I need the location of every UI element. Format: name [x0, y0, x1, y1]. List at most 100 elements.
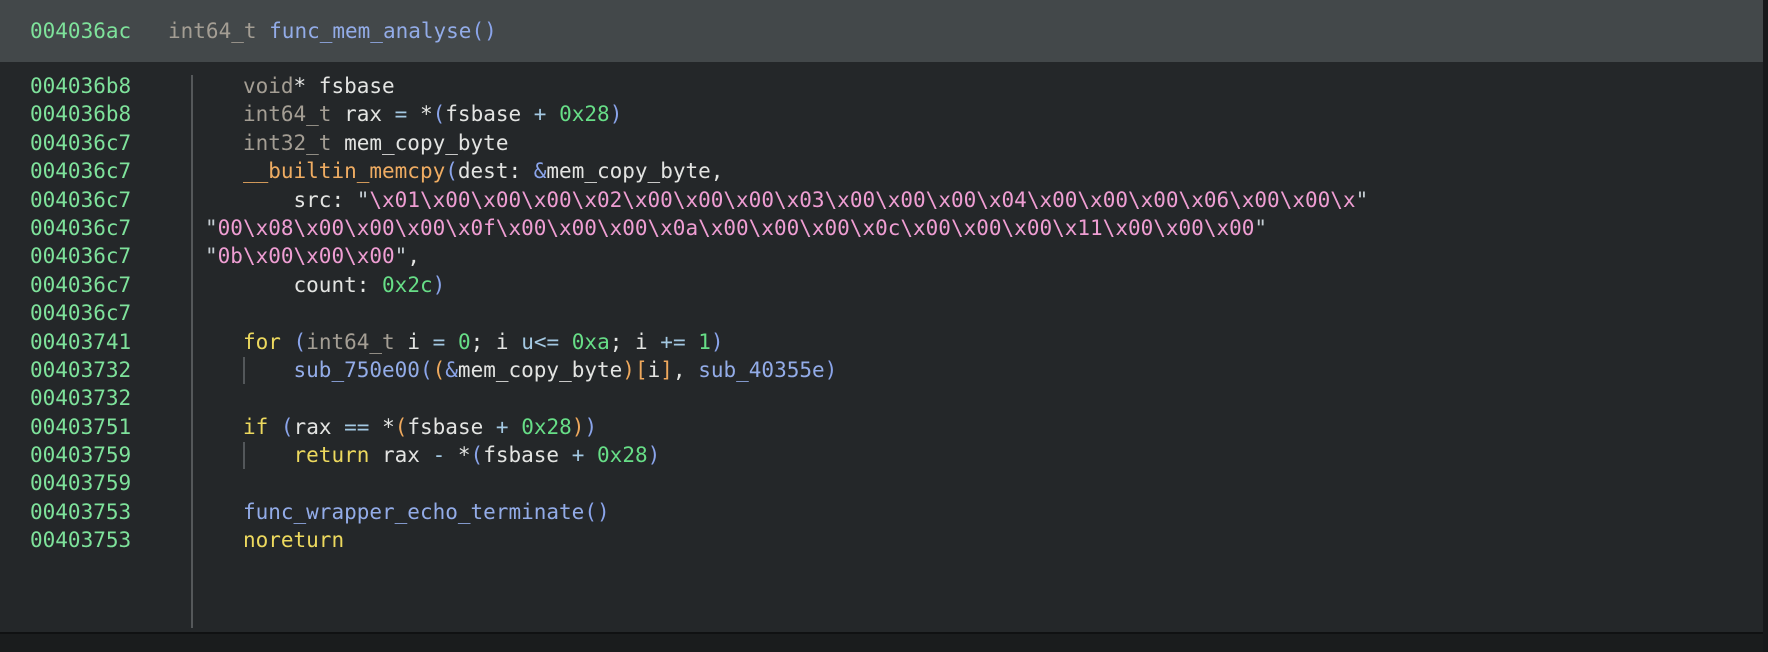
- symbol-token[interactable]: func_wrapper_echo_terminate: [243, 500, 584, 524]
- code-token: ): [647, 443, 661, 468]
- line-address[interactable]: 00403753: [0, 526, 192, 554]
- code-token: rax: [293, 414, 345, 439]
- code-token: ": [394, 244, 408, 269]
- code-line[interactable]: void* fsbase: [192, 72, 395, 100]
- line-address[interactable]: 00403732: [0, 384, 192, 412]
- function-header[interactable]: 004036ac int64_t func_mem_analyse(): [0, 0, 1763, 62]
- pane-right-edge[interactable]: [1763, 0, 1768, 652]
- code-token: (): [584, 499, 610, 524]
- code-line[interactable]: "00\x08\x00\x00\x00\x0f\x00\x00\x00\x0a\…: [192, 214, 1267, 242]
- code-token: ): [710, 329, 724, 354]
- line-address[interactable]: 00403751: [0, 413, 192, 441]
- code-line[interactable]: __builtin_memcpy(dest: &mem_copy_byte,: [192, 157, 723, 185]
- symbol-token[interactable]: sub_40355e: [698, 358, 824, 382]
- line-address[interactable]: 00403753: [0, 498, 192, 526]
- code-token: \x01\x00\x00\x00\x02\x00\x00\x00\x03\x00…: [369, 187, 1356, 212]
- code-line[interactable]: [192, 299, 205, 327]
- line-address[interactable]: 004036b8: [0, 100, 192, 128]
- listing-row[interactable]: 00403732: [0, 384, 1760, 412]
- code-line[interactable]: noreturn: [192, 526, 344, 554]
- code-token: &: [533, 159, 547, 184]
- listing-row[interactable]: 00403759: [0, 469, 1760, 497]
- line-address[interactable]: 00403759: [0, 441, 192, 469]
- code-token: 0x2c: [382, 272, 433, 297]
- line-address[interactable]: 004036c7: [0, 129, 192, 157]
- symbol-token[interactable]: sub_750e00: [294, 358, 420, 382]
- listing-row[interactable]: 004036c7 "0b\x00\x00\x00",: [0, 242, 1760, 270]
- listing-row[interactable]: 00403759 return rax - *(fsbase + 0x28): [0, 441, 1760, 470]
- code-token: ): [609, 102, 623, 127]
- code-token: (: [280, 414, 294, 439]
- code-line[interactable]: func_wrapper_echo_terminate(): [192, 498, 610, 526]
- listing-row[interactable]: 004036c7 int32_t mem_copy_byte: [0, 129, 1760, 157]
- code-token: u<=: [521, 329, 560, 354]
- code-token: fsbase: [483, 443, 572, 468]
- code-token: (: [419, 357, 433, 382]
- code-line[interactable]: return rax - *(fsbase + 0x28): [192, 441, 661, 470]
- line-address[interactable]: 00403741: [0, 328, 192, 356]
- code-token: rax: [331, 102, 395, 127]
- code-token: *: [369, 414, 395, 439]
- decompiler-view: 004036ac int64_t func_mem_analyse() 00403…: [0, 0, 1768, 652]
- function-address[interactable]: 004036ac: [0, 19, 168, 43]
- listing-row[interactable]: 004036c7 "00\x08\x00\x00\x00\x0f\x00\x00\…: [0, 214, 1760, 242]
- code-line[interactable]: "0b\x00\x00\x00",: [192, 242, 420, 270]
- listing-row[interactable]: 00403732 sub_750e00((&mem_copy_byte)[i],…: [0, 356, 1760, 384]
- listing-row[interactable]: 00403753 noreturn: [0, 526, 1760, 554]
- line-address[interactable]: 004036c7: [0, 242, 192, 270]
- line-address[interactable]: 00403732: [0, 356, 192, 384]
- code-line[interactable]: sub_750e00((&mem_copy_byte)[i], sub_4035…: [192, 356, 837, 384]
- code-token: [: [634, 357, 648, 382]
- line-address[interactable]: 004036c7: [0, 186, 192, 214]
- code-line[interactable]: [192, 384, 205, 412]
- code-token: * fsbase: [293, 74, 395, 98]
- line-address[interactable]: 004036c7: [0, 214, 192, 242]
- code-line[interactable]: if (rax == *(fsbase + 0x28)): [192, 413, 597, 441]
- code-line[interactable]: for (int64_t i = 0; i u<= 0xa; i += 1): [192, 328, 724, 356]
- line-address[interactable]: 00403759: [0, 469, 192, 497]
- listing: 004036b8 void* fsbase 004036b8 int64_t ra…: [0, 62, 1760, 555]
- code-line[interactable]: src: "\x01\x00\x00\x00\x02\x00\x00\x00\x…: [192, 186, 1369, 214]
- indent-guide-line: [242, 356, 245, 384]
- code-token: count:: [293, 272, 383, 297]
- code-line[interactable]: int64_t rax = *(fsbase + 0x28): [192, 100, 622, 128]
- code-token: src:: [293, 187, 357, 212]
- listing-row[interactable]: 004036c7: [0, 299, 1760, 327]
- code-token: (: [470, 443, 484, 468]
- code-line[interactable]: [192, 469, 205, 497]
- code-token: *: [407, 102, 433, 127]
- listing-row[interactable]: 004036c7 src: "\x01\x00\x00\x00\x02\x00\…: [0, 186, 1760, 214]
- code-token: ,: [672, 357, 699, 382]
- code-token: mem_copy_byte,: [546, 159, 724, 184]
- code-token: int32_t: [242, 130, 332, 155]
- code-token: 0b\x00\x00\x00: [217, 244, 395, 269]
- code-token: -: [432, 443, 446, 468]
- code-token: mem_copy_byte: [457, 357, 623, 382]
- listing-row[interactable]: 004036c7 __builtin_memcpy(dest: &mem_cop…: [0, 157, 1760, 185]
- code-token: fsbase: [445, 102, 534, 127]
- listing-row[interactable]: 004036b8 int64_t rax = *(fsbase + 0x28): [0, 100, 1760, 128]
- listing-row[interactable]: 00403751 if (rax == *(fsbase + 0x28)): [0, 413, 1760, 441]
- code-token: 0x28: [521, 414, 572, 439]
- listing-row[interactable]: 004036c7 count: 0x2c): [0, 271, 1760, 299]
- code-line[interactable]: int32_t mem_copy_byte: [192, 129, 509, 157]
- listing-row[interactable]: 00403753 func_wrapper_echo_terminate(): [0, 498, 1760, 526]
- code-token: fsbase: [407, 414, 496, 439]
- code-line[interactable]: count: 0x2c): [192, 271, 446, 299]
- listing-row[interactable]: 00403741 for (int64_t i = 0; i u<= 0xa; …: [0, 328, 1760, 356]
- line-address[interactable]: 004036c7: [0, 157, 192, 185]
- code-token: ): [571, 414, 585, 439]
- code-token: 00\x08\x00\x00\x00\x0f\x00\x00\x00\x0a\x…: [217, 215, 1255, 240]
- function-name[interactable]: func_mem_analyse: [269, 19, 471, 43]
- line-address[interactable]: 004036c7: [0, 299, 192, 327]
- line-address[interactable]: 004036b8: [0, 72, 192, 100]
- function-parens: (): [471, 19, 497, 43]
- line-address[interactable]: 004036c7: [0, 271, 192, 299]
- listing-row[interactable]: 004036b8 void* fsbase: [0, 72, 1760, 100]
- code-token: +: [495, 414, 509, 439]
